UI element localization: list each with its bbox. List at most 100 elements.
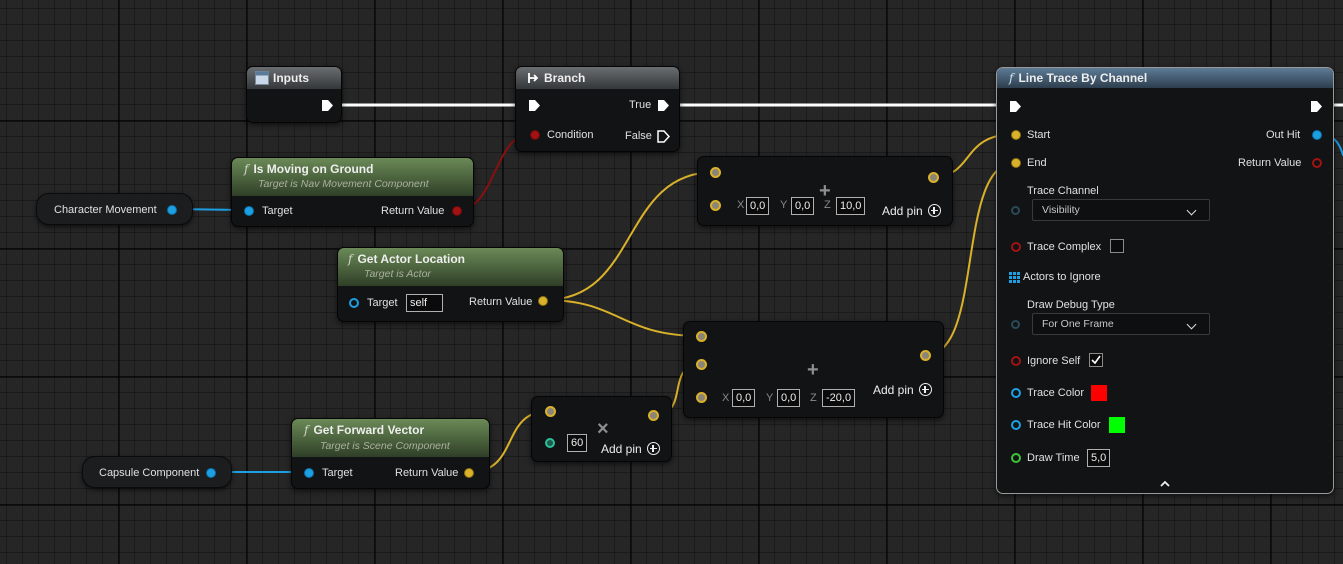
branch-condition-pin[interactable]	[530, 130, 540, 140]
line-trace-by-channel-node[interactable]: f Line Trace By Channel Start Out Hit End…	[996, 67, 1334, 494]
is-moving-target-label: Target	[262, 205, 293, 217]
trace-color-pin[interactable]	[1011, 388, 1021, 398]
multiply-operator: ×	[597, 418, 609, 440]
add-bottom-add-pin-button[interactable]: Add pin	[873, 383, 932, 397]
tunnel-icon	[255, 71, 269, 85]
get-actor-location-target-label: Target	[367, 297, 398, 309]
vector-wire-location-addtop	[544, 171, 716, 301]
inputs-node[interactable]: Inputs	[246, 66, 342, 123]
vector-wire-location-addbottom	[544, 299, 702, 337]
trace-hit-color-swatch[interactable]	[1109, 417, 1125, 433]
is-moving-subtitle: Target is Nav Movement Component	[258, 178, 429, 190]
branch-false-pin[interactable]	[657, 130, 670, 143]
capsule-component-node[interactable]: Capsule Component	[82, 456, 232, 488]
add-bottom-z-input[interactable]: -20,0	[822, 389, 856, 407]
multiply-value-input[interactable]: 60	[567, 434, 588, 452]
line-trace-return-label: Return Value	[1238, 157, 1302, 169]
line-trace-return-pin[interactable]	[1312, 158, 1322, 168]
line-trace-out-hit-pin[interactable]	[1312, 130, 1322, 140]
branch-node[interactable]: Branch True Condition False	[515, 66, 680, 152]
trace-channel-pin[interactable]	[1011, 206, 1020, 215]
add-pin-label: Add pin	[873, 383, 914, 397]
trace-hit-color-pin[interactable]	[1011, 420, 1021, 430]
capsule-component-label: Capsule Component	[99, 467, 200, 479]
ignore-self-pin[interactable]	[1011, 356, 1021, 366]
line-trace-end-pin[interactable]	[1011, 158, 1021, 168]
array-grid-icon[interactable]	[1009, 272, 1020, 283]
line-trace-start-label: Start	[1027, 129, 1051, 141]
get-actor-location-target-input[interactable]: self	[406, 294, 443, 312]
function-icon: f	[304, 423, 309, 437]
add-top-add-pin-button[interactable]: Add pin	[882, 204, 941, 218]
line-trace-exec-in-pin[interactable]	[1009, 100, 1022, 113]
character-movement-out-pin[interactable]	[167, 205, 177, 215]
actors-to-ignore-label: Actors to Ignore	[1023, 271, 1101, 283]
add-top-y-input[interactable]: 0,0	[791, 197, 815, 215]
get-actor-location-return-pin[interactable]	[538, 296, 548, 306]
get-forward-vector-return-pin[interactable]	[464, 468, 474, 478]
get-forward-vector-target-pin[interactable]	[304, 468, 314, 478]
get-forward-vector-target-label: Target	[322, 467, 353, 479]
get-actor-location-node[interactable]: f Get Actor Location Target is Actor Targ…	[337, 247, 564, 322]
draw-time-label: Draw Time	[1027, 452, 1080, 464]
get-forward-vector-subtitle: Target is Scene Component	[320, 440, 450, 452]
add-bottom-input-b-pin[interactable]	[696, 359, 707, 370]
is-moving-title: f Is Moving on Ground	[244, 162, 373, 176]
add-bottom-input-a-pin[interactable]	[696, 331, 707, 342]
add-bottom-x-input[interactable]: 0,0	[732, 389, 756, 407]
is-moving-return-label: Return Value	[381, 205, 445, 217]
checkmark-icon	[1091, 355, 1101, 365]
collapse-chevron-up-icon[interactable]	[1160, 480, 1170, 487]
add-top-input-a-pin[interactable]	[710, 167, 721, 178]
line-trace-start-pin[interactable]	[1011, 130, 1021, 140]
character-movement-node[interactable]: Character Movement	[36, 193, 193, 225]
trace-color-label: Trace Color	[1027, 387, 1085, 399]
trace-color-swatch[interactable]	[1091, 385, 1107, 401]
add-bottom-y-label: Y	[766, 392, 774, 404]
trace-channel-dropdown[interactable]: Visibility	[1032, 199, 1210, 221]
add-bottom-y-input[interactable]: 0,0	[777, 389, 801, 407]
add-top-z-input[interactable]: 10,0	[836, 197, 866, 215]
is-moving-target-pin[interactable]	[244, 206, 254, 216]
function-icon: f	[244, 162, 249, 176]
multiply-node[interactable]: × 60 Add pin	[531, 396, 672, 462]
capsule-component-out-pin[interactable]	[206, 468, 216, 478]
draw-time-pin[interactable]	[1011, 453, 1021, 463]
multiply-input-a-pin[interactable]	[545, 406, 556, 417]
function-icon: f	[1009, 71, 1014, 85]
draw-debug-type-label: Draw Debug Type	[1027, 299, 1115, 311]
add-bottom-output-pin[interactable]	[920, 350, 931, 361]
is-moving-on-ground-node[interactable]: f Is Moving on Ground Target is Nav Movem…	[231, 157, 474, 227]
add-top-x-input[interactable]: 0,0	[746, 197, 770, 215]
add-top-input-b-pin[interactable]	[710, 200, 721, 211]
trace-complex-label: Trace Complex	[1027, 241, 1102, 253]
multiply-output-pin[interactable]	[648, 410, 659, 421]
ignore-self-checkbox[interactable]	[1089, 353, 1103, 367]
multiply-input-b-pin[interactable]	[545, 438, 555, 448]
line-trace-out-hit-label: Out Hit	[1266, 129, 1301, 141]
add-bottom-input-c-pin[interactable]	[696, 392, 707, 403]
inputs-exec-out-pin[interactable]	[321, 99, 334, 112]
add-operator: +	[807, 359, 819, 381]
draw-time-input[interactable]: 5,0	[1087, 449, 1111, 467]
line-trace-exec-out-pin[interactable]	[1310, 100, 1323, 113]
multiply-add-pin-button[interactable]: Add pin	[601, 442, 660, 456]
draw-debug-type-dropdown[interactable]: For One Frame	[1032, 313, 1210, 335]
branch-true-pin[interactable]	[657, 99, 670, 112]
line-trace-title: f Line Trace By Channel	[1009, 71, 1147, 85]
get-actor-location-target-pin[interactable]	[349, 298, 359, 308]
branch-title: Branch	[544, 71, 586, 85]
add-top-z-label: Z	[824, 199, 831, 211]
draw-debug-type-pin[interactable]	[1011, 320, 1020, 329]
is-moving-return-pin[interactable]	[452, 206, 462, 216]
add-vector-node-bottom[interactable]: + X 0,0 Y 0,0 Z -20,0 Add pin	[683, 321, 944, 418]
trace-complex-checkbox[interactable]	[1110, 239, 1124, 253]
get-forward-vector-node[interactable]: f Get Forward Vector Target is Scene Comp…	[291, 418, 490, 489]
get-actor-location-subtitle: Target is Actor	[364, 268, 431, 280]
trace-complex-pin[interactable]	[1011, 242, 1021, 252]
branch-false-label: False	[625, 130, 652, 142]
branch-icon	[528, 73, 539, 83]
branch-exec-in-pin[interactable]	[528, 99, 541, 112]
add-top-output-pin[interactable]	[928, 172, 939, 183]
add-vector-node-top[interactable]: + X 0,0 Y 0,0 Z 10,0 Add pin	[697, 156, 953, 226]
